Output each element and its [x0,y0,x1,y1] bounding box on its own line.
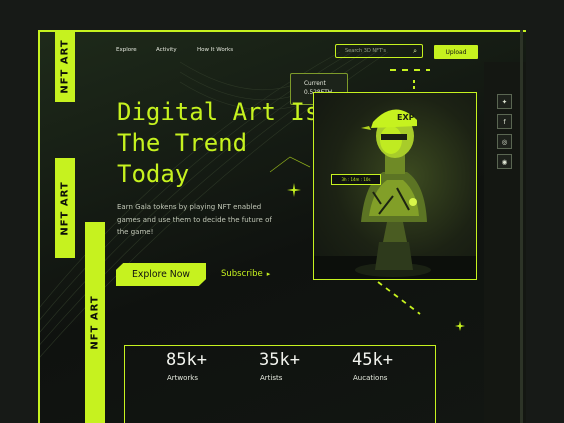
side-label-middle: NFT ART [55,158,75,258]
search-placeholder: Search 3D NFT's [345,48,386,54]
side-label-bottom: NFT ART [85,222,105,423]
explore-now-button[interactable]: Explore Now [116,263,206,286]
nav-explore[interactable]: Explore [116,47,137,53]
twitter-icon[interactable]: ✦ [497,94,512,109]
play-arrow-icon: ▸ [266,270,271,278]
side-label-top: NFT ART [55,30,75,102]
stat-auctions-label: Aucations [353,374,388,382]
bust-statue-image: EXP [313,109,477,280]
hero-title-line: The Trend [117,129,248,157]
stat-artists-value: 35k+ [259,350,300,370]
subscribe-label: Subscribe [221,269,263,279]
right-edge-line [520,30,523,423]
side-label-text: NFT ART [59,180,71,236]
side-label-text: NFT ART [59,38,71,94]
discord-icon[interactable]: ◉ [497,154,512,169]
sparkle-decoration [287,183,301,197]
auction-timer-tag: 3h : 14m : 10s [331,174,381,185]
search-icon[interactable]: ⌕ [413,47,417,56]
stat-artists-label: Artists [260,374,283,382]
sparkle-decoration [455,321,465,331]
svg-text:EXP: EXP [397,113,415,122]
upload-button[interactable]: Upload [434,45,478,59]
facebook-icon[interactable]: f [497,114,512,129]
hero-description: Earn Gala tokens by playing NFT enabled … [117,203,272,236]
dashed-decoration-bottom [377,281,421,315]
stat-auctions-value: 45k+ [352,350,393,370]
nav-how-it-works[interactable]: How It Works [197,47,233,53]
instagram-glyph: ◎ [501,137,508,146]
search-input[interactable]: Search 3D NFT's ⌕ [335,44,423,58]
discord-glyph: ◉ [501,157,508,166]
artwork-image[interactable]: EXP [313,92,477,280]
stat-artworks-label: Artworks [167,374,198,382]
side-label-text: NFT ART [89,295,101,350]
dashed-decoration-top [390,69,430,90]
instagram-icon[interactable]: ◎ [497,134,512,149]
hero-title-line: Digital Art Is [117,98,320,126]
facebook-glyph: f [503,117,506,126]
twitter-glyph: ✦ [501,97,508,106]
hero-title: Digital Art Is The Trend Today [117,97,319,190]
subscribe-link[interactable]: Subscribe ▸ [221,269,270,279]
current-label: Current [304,81,326,87]
nav-activity[interactable]: Activity [156,47,177,53]
stat-artworks-value: 85k+ [166,350,207,370]
